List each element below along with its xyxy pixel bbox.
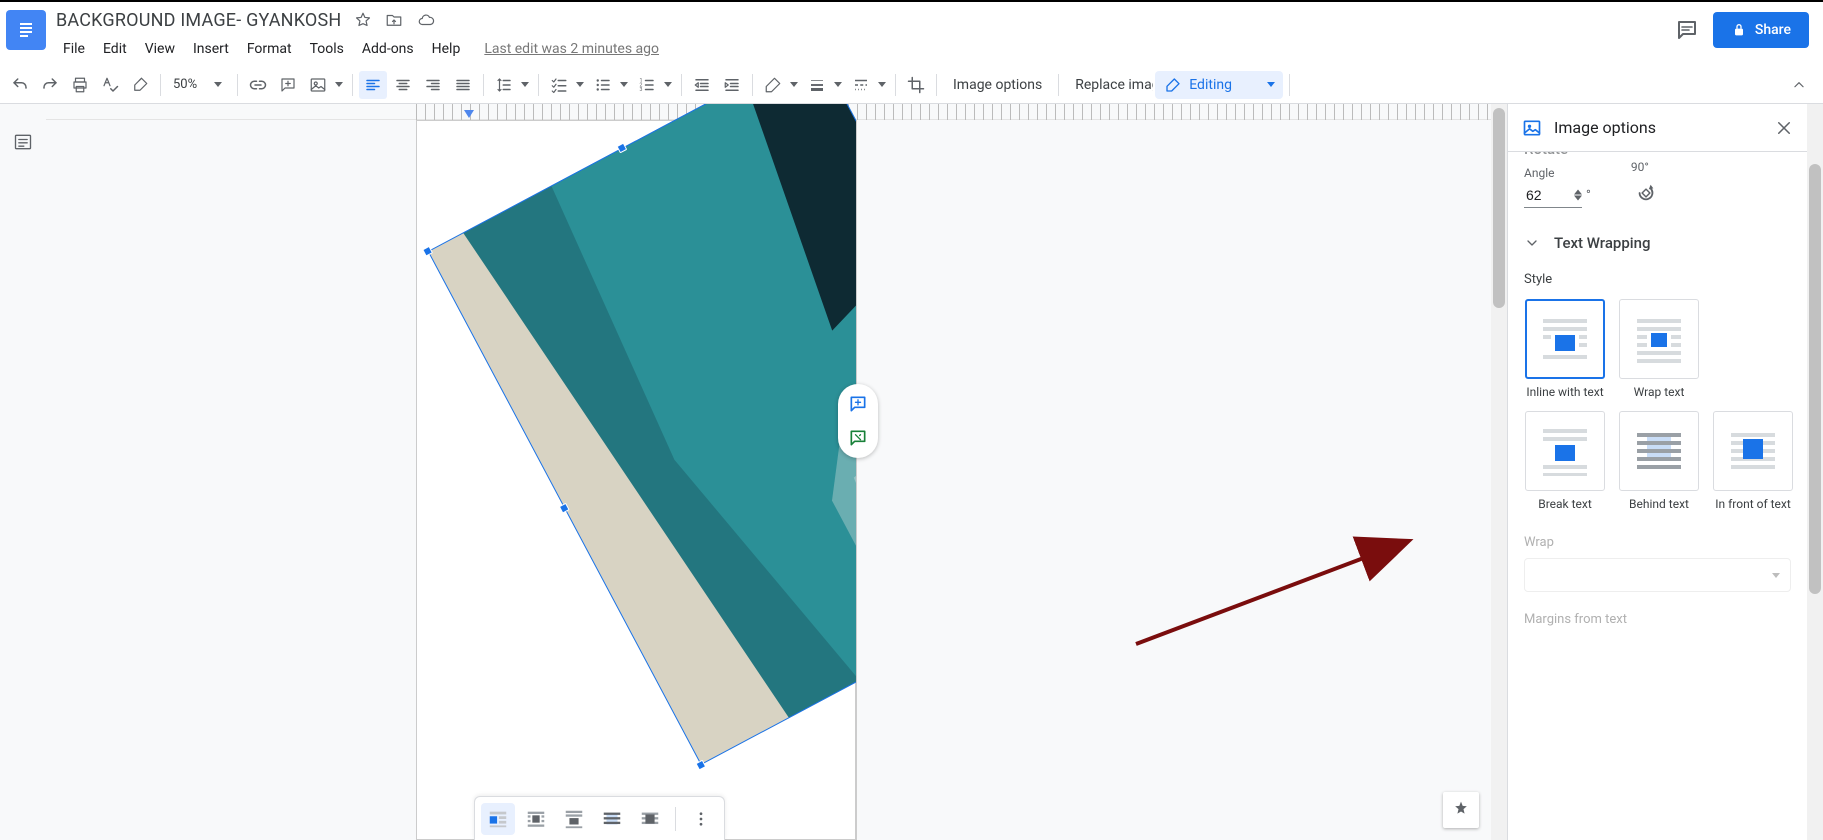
insert-link-button[interactable] bbox=[244, 71, 272, 99]
ninety-label: 90° bbox=[1631, 160, 1649, 174]
mode-select[interactable]: Editing bbox=[1155, 71, 1283, 99]
outline-rail bbox=[0, 104, 46, 840]
align-center-button[interactable] bbox=[389, 71, 417, 99]
style-label: Style bbox=[1524, 272, 1791, 287]
numbered-list-button[interactable]: 123 bbox=[633, 71, 675, 99]
spellcheck-button[interactable] bbox=[96, 71, 124, 99]
wrap-break[interactable]: Break text bbox=[1524, 411, 1606, 511]
star-icon[interactable] bbox=[354, 11, 372, 29]
document-title[interactable]: BACKGROUND IMAGE- GYANKOSH bbox=[56, 10, 341, 31]
wrap-icon[interactable] bbox=[519, 803, 553, 835]
add-comment-button[interactable] bbox=[274, 71, 302, 99]
indent-decrease-button[interactable] bbox=[688, 71, 716, 99]
menu-insert[interactable]: Insert bbox=[186, 38, 236, 60]
wrap-inline[interactable]: Inline with text bbox=[1524, 299, 1606, 399]
wrap-front[interactable]: In front of text bbox=[1712, 411, 1794, 511]
break-icon[interactable] bbox=[557, 803, 591, 835]
explore-button[interactable] bbox=[1443, 792, 1479, 828]
line-spacing-button[interactable] bbox=[490, 71, 532, 99]
share-label: Share bbox=[1755, 22, 1791, 38]
show-outline-button[interactable] bbox=[13, 132, 33, 840]
align-justify-button[interactable] bbox=[449, 71, 477, 99]
menu-help[interactable]: Help bbox=[425, 38, 468, 60]
zoom-select[interactable]: 50% bbox=[167, 77, 231, 92]
sidebar-scrollbar[interactable] bbox=[1807, 104, 1823, 840]
menu-file[interactable]: File bbox=[56, 38, 92, 60]
toolbar: 50% 123 Image options Replace image Edit… bbox=[0, 66, 1823, 104]
resize-handle[interactable] bbox=[559, 503, 570, 514]
bulleted-list-button[interactable] bbox=[589, 71, 631, 99]
angle-label: Angle bbox=[1524, 166, 1591, 180]
wrap-dropdown bbox=[1524, 558, 1791, 592]
redo-button[interactable] bbox=[36, 71, 64, 99]
suggest-edits-bubble[interactable] bbox=[844, 424, 872, 452]
menu-edit[interactable]: Edit bbox=[96, 38, 134, 60]
add-comment-bubble[interactable] bbox=[844, 390, 872, 418]
undo-button[interactable] bbox=[6, 71, 34, 99]
print-button[interactable] bbox=[66, 71, 94, 99]
last-edit[interactable]: Last edit was 2 minutes ago bbox=[477, 38, 666, 60]
svg-text:3: 3 bbox=[640, 87, 643, 93]
share-button[interactable]: Share bbox=[1713, 12, 1809, 48]
angle-value[interactable] bbox=[1524, 186, 1558, 204]
menu-addons[interactable]: Add-ons bbox=[355, 38, 421, 60]
sidebar-title: Image options bbox=[1554, 118, 1763, 137]
paint-format-button[interactable] bbox=[126, 71, 154, 99]
title-bar: BACKGROUND IMAGE- GYANKOSH File Edit Vie… bbox=[0, 2, 1823, 66]
docs-logo[interactable] bbox=[6, 10, 46, 50]
align-right-button[interactable] bbox=[419, 71, 447, 99]
cloud-icon[interactable] bbox=[416, 11, 436, 29]
side-bubble bbox=[838, 384, 878, 458]
more-icon[interactable] bbox=[684, 803, 718, 835]
comments-icon[interactable] bbox=[1675, 18, 1699, 42]
menu-view[interactable]: View bbox=[138, 38, 182, 60]
image-icon bbox=[1522, 118, 1542, 138]
replace-image-button[interactable]: Replace image bbox=[1065, 71, 1153, 99]
insert-image-button[interactable] bbox=[304, 71, 346, 99]
image-position-toolbar bbox=[474, 796, 725, 840]
align-left-button[interactable] bbox=[359, 71, 387, 99]
behind-icon[interactable] bbox=[595, 803, 629, 835]
margins-label: Margins from text bbox=[1524, 612, 1791, 627]
wrap-text[interactable]: Wrap text bbox=[1618, 299, 1700, 399]
menu-format[interactable]: Format bbox=[240, 38, 299, 60]
crop-button[interactable] bbox=[902, 71, 930, 99]
inline-icon[interactable] bbox=[481, 803, 515, 835]
front-icon[interactable] bbox=[633, 803, 667, 835]
menu-tools[interactable]: Tools bbox=[303, 38, 351, 60]
checklist-button[interactable] bbox=[545, 71, 587, 99]
text-wrapping-section[interactable]: Text Wrapping bbox=[1524, 234, 1791, 252]
angle-input[interactable] bbox=[1524, 182, 1582, 208]
rotate-90-button[interactable] bbox=[1631, 178, 1661, 208]
image-options-sidebar: Image options Rotate Angle bbox=[1507, 104, 1807, 840]
indent-increase-button[interactable] bbox=[718, 71, 746, 99]
border-dash-button[interactable] bbox=[847, 71, 889, 99]
border-color-button[interactable] bbox=[759, 71, 801, 99]
rotate-section-label: Rotate bbox=[1524, 152, 1791, 158]
border-weight-button[interactable] bbox=[803, 71, 845, 99]
close-sidebar-button[interactable] bbox=[1775, 119, 1793, 137]
wrap-dropdown-label: Wrap bbox=[1524, 535, 1791, 550]
move-icon[interactable] bbox=[385, 11, 403, 29]
canvas-scrollbar[interactable] bbox=[1491, 104, 1507, 840]
collapse-toolbar-button[interactable] bbox=[1785, 71, 1813, 99]
image-options-button[interactable]: Image options bbox=[943, 71, 1052, 99]
document-canvas[interactable] bbox=[46, 104, 1491, 840]
wrap-behind[interactable]: Behind text bbox=[1618, 411, 1700, 511]
menu-bar: File Edit View Insert Format Tools Add-o… bbox=[56, 38, 1675, 60]
